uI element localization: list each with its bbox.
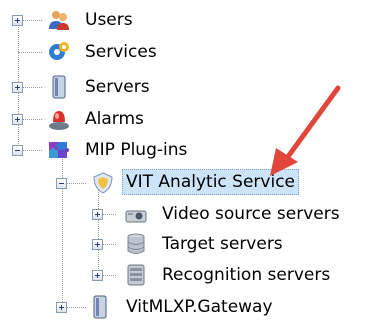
- annotation-arrow: [270, 85, 341, 176]
- tree-view: Users Services Servers Alarms MIP Plug-i…: [0, 0, 367, 327]
